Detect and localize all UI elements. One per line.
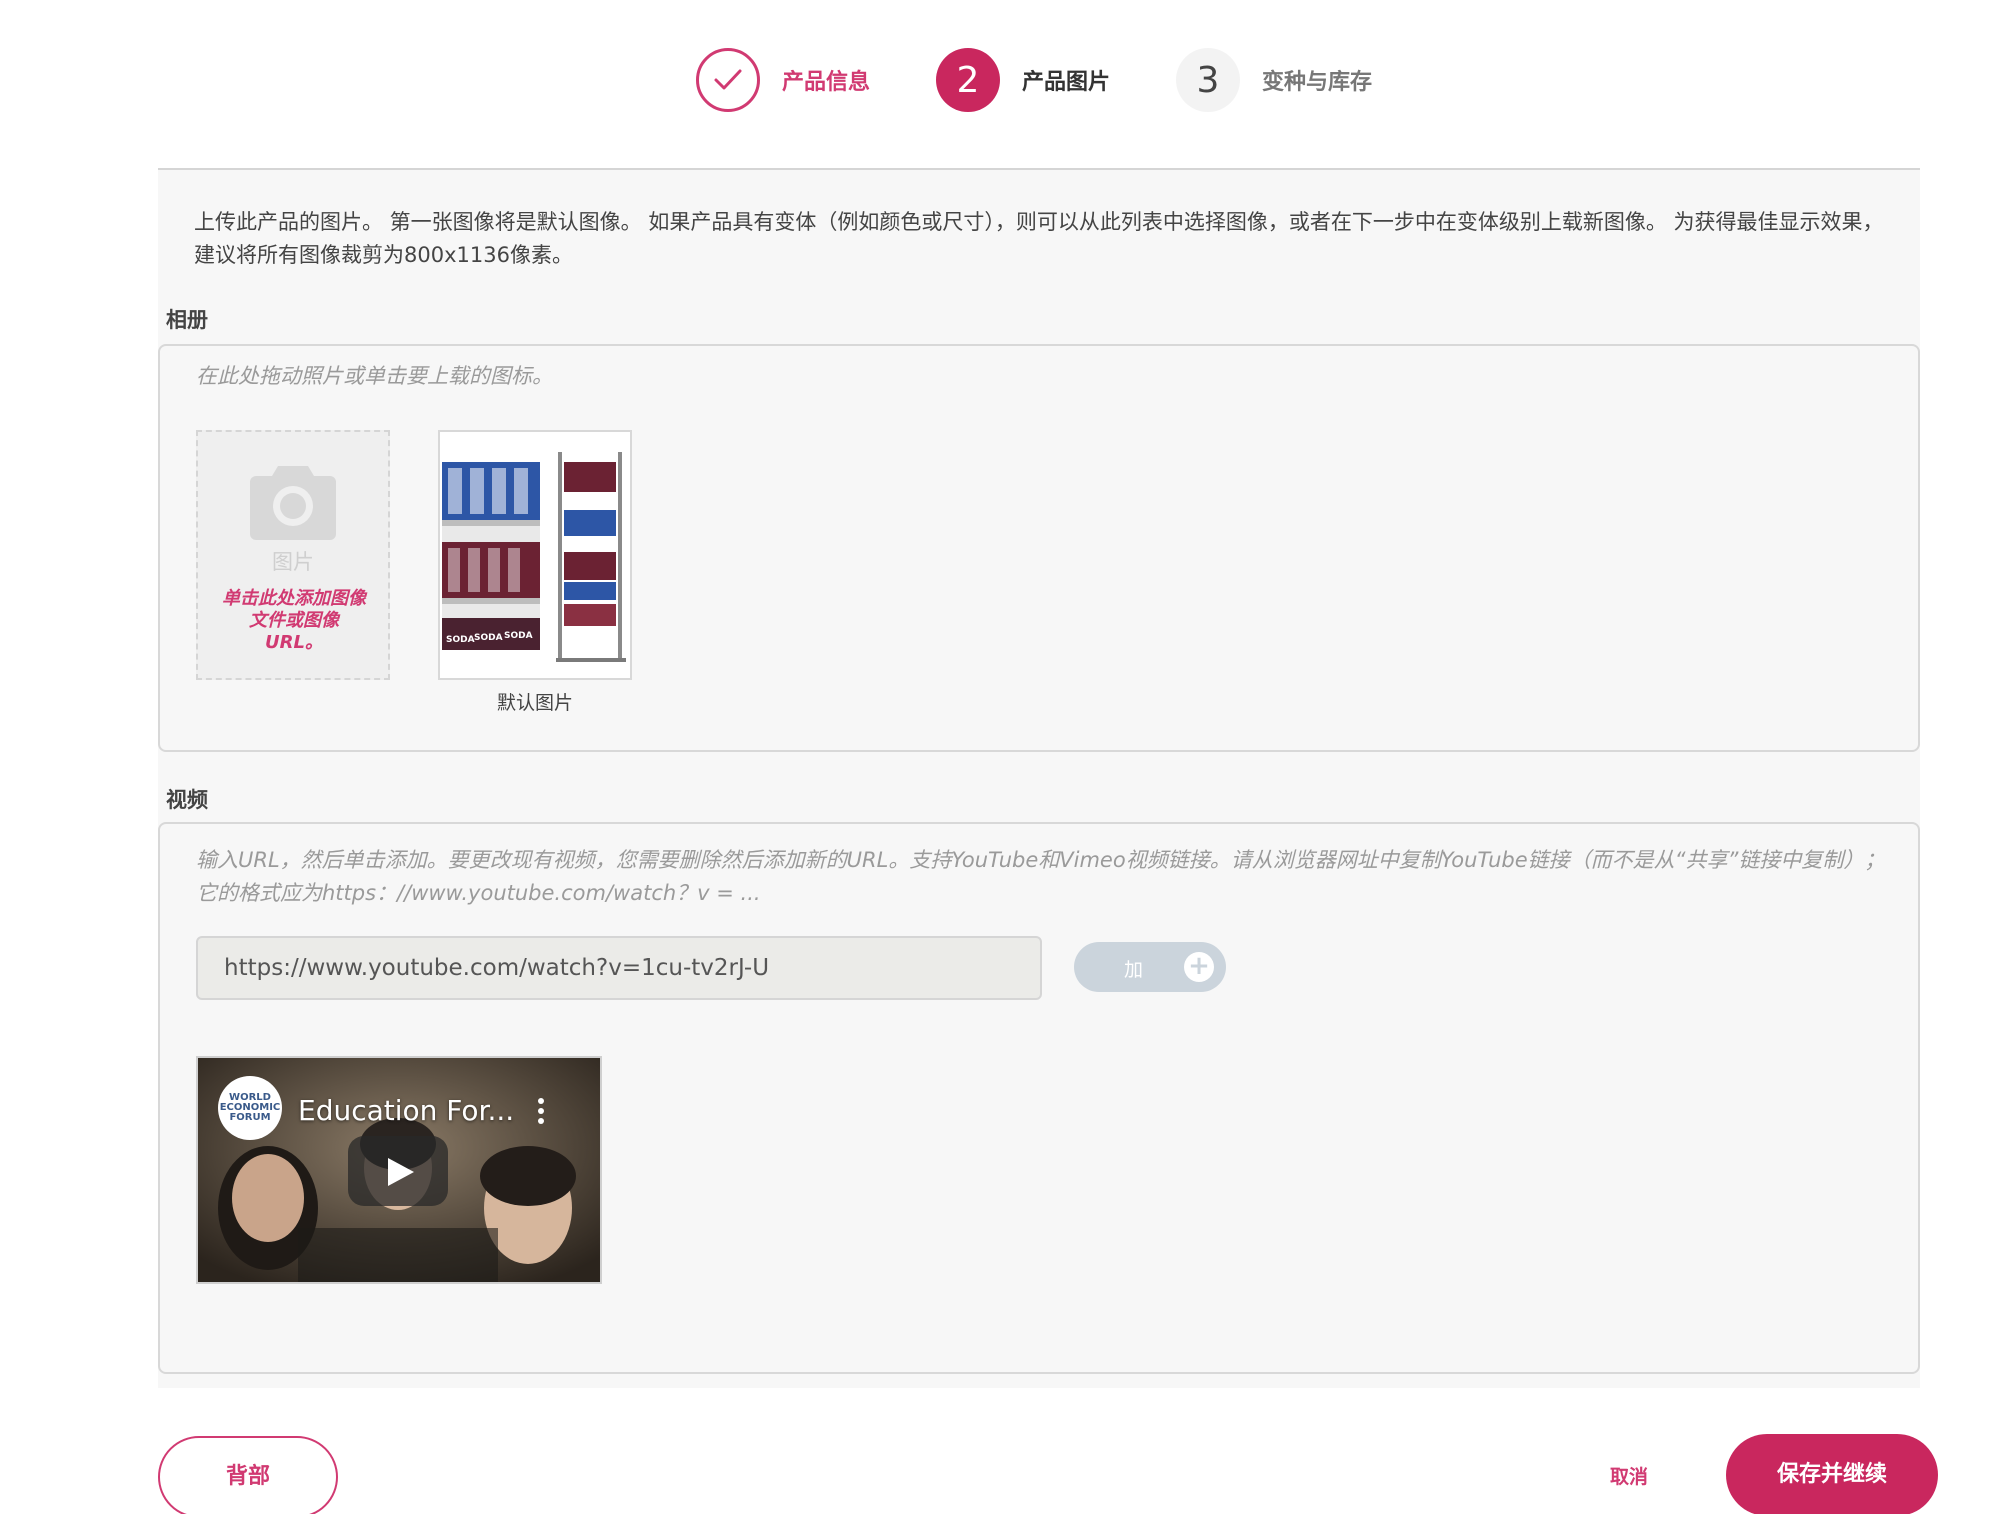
plus-icon: + (1184, 952, 1214, 982)
step-label: 变种与库存 (1262, 70, 1373, 95)
product-image-thumbnail[interactable]: SODA SODA SODA (438, 430, 632, 680)
default-image-caption: 默认图片 (496, 692, 573, 714)
soda-box-label: SODA (474, 633, 503, 643)
video-title: 视频 (166, 788, 208, 812)
step-number: 3 (1176, 48, 1240, 112)
video-preview[interactable]: WORLD ECONOMIC FORUM Education For... (196, 1056, 602, 1284)
add-image-label: 图片 (272, 550, 314, 574)
more-options-icon[interactable] (538, 1098, 546, 1126)
video-section: 输入URL，然后单击添加。要更改现有视频，您需要删除然后添加新的URL。支持Yo… (158, 822, 1920, 1374)
display-rack-image: SODA SODA SODA (440, 432, 630, 678)
step-variants-inventory[interactable]: 3 变种与库存 (1176, 44, 1372, 116)
step-number: 2 (936, 48, 1000, 112)
step-label: 产品图片 (1022, 70, 1111, 95)
play-icon[interactable] (348, 1136, 448, 1206)
video-title-text: Education For... (298, 1094, 515, 1127)
progress-stepper: 产品信息 2 产品图片 3 变种与库存 (0, 44, 2002, 116)
step-label: 产品信息 (782, 70, 871, 95)
cancel-link[interactable]: 取消 (1610, 1462, 1648, 1489)
video-hint: 输入URL，然后单击添加。要更改现有视频，您需要删除然后添加新的URL。支持Yo… (196, 848, 1886, 905)
intro-text: 上传此产品的图片。 第一张图像将是默认图像。 如果产品具有变体（例如颜色或尺寸）… (194, 210, 1884, 267)
soda-box-label: SODA (504, 631, 533, 641)
camera-icon (250, 466, 336, 540)
add-image-tile[interactable]: 图片 单击此处添加图像文件或图像URL。 (196, 430, 390, 680)
album-title: 相册 (166, 308, 208, 332)
album-hint: 在此处拖动照片或单击要上载的图标。 (196, 364, 553, 388)
add-video-button[interactable]: 加 + (1074, 942, 1226, 992)
add-image-link[interactable]: 单击此处添加图像文件或图像URL。 (222, 588, 366, 654)
checkmark-icon (714, 69, 742, 90)
step-product-images[interactable]: 2 产品图片 (936, 44, 1110, 116)
album-dropzone[interactable]: 在此处拖动照片或单击要上载的图标。 图片 单击此处添加图像文件或图像URL。 S… (158, 344, 1920, 752)
product-images-panel: 上传此产品的图片。 第一张图像将是默认图像。 如果产品具有变体（例如颜色或尺寸）… (158, 168, 1920, 1388)
step-completed-circle (696, 48, 760, 112)
step-product-info[interactable]: 产品信息 (696, 44, 870, 116)
channel-logo: WORLD ECONOMIC FORUM (218, 1076, 282, 1140)
video-url-input[interactable]: https://www.youtube.com/watch?v=1cu-tv2r… (196, 936, 1042, 1000)
save-and-continue-button[interactable]: 保存并继续 (1726, 1434, 1938, 1514)
soda-box-label: SODA (446, 635, 475, 645)
add-video-label: 加 (1124, 959, 1144, 981)
back-button[interactable]: 背部 (158, 1436, 338, 1514)
